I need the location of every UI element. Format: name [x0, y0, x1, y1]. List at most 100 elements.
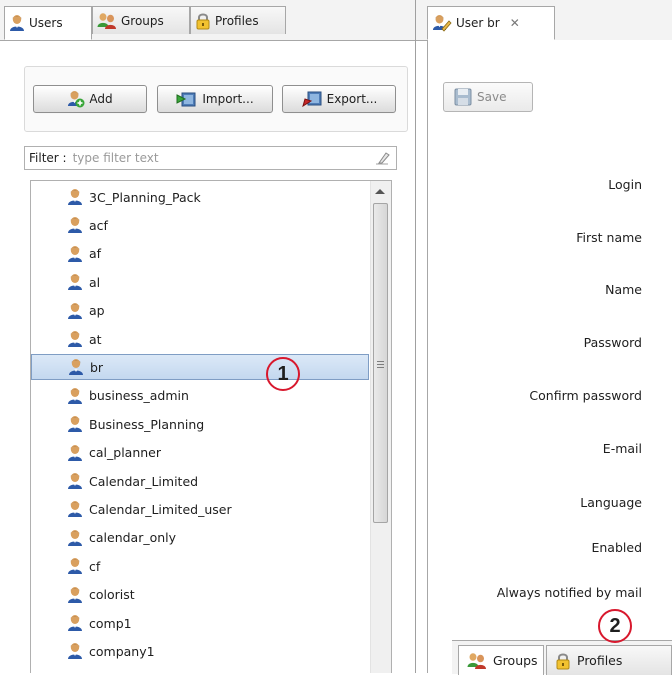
user-list-item[interactable]: business_admin: [31, 383, 369, 409]
user-list-item-label: Calendar_Limited: [89, 473, 199, 489]
user-list-item-label: colorist: [89, 587, 135, 603]
field-label: Enabled: [591, 540, 642, 555]
save-button[interactable]: Save: [443, 82, 533, 112]
tab-profiles-label: Profiles: [215, 13, 259, 28]
add-user-icon: [68, 91, 85, 108]
users-panel: Users Groups Profiles Add Import... Expo…: [0, 0, 416, 673]
scroll-up-arrow[interactable]: [375, 189, 385, 194]
group-icon: [467, 652, 487, 670]
user-list-item-label: ap: [89, 303, 105, 319]
lock-icon: [195, 12, 211, 30]
import-button[interactable]: Import...: [157, 85, 273, 113]
scroll-thumb[interactable]: [373, 203, 388, 523]
user-icon: [67, 614, 83, 632]
user-icon: [67, 529, 83, 547]
user-list-item-label: calendar_only: [89, 530, 177, 546]
subtab-groups[interactable]: Groups: [458, 645, 544, 675]
tab-groups[interactable]: Groups: [92, 6, 190, 34]
user-icon: [67, 500, 83, 518]
user-list-item[interactable]: br: [31, 354, 369, 381]
user-list-item[interactable]: colorist: [31, 582, 369, 608]
user-list-item-label: 3C_Planning_Pack: [89, 189, 201, 205]
left-tab-bar: Users Groups Profiles: [0, 0, 415, 41]
user-list-item[interactable]: al: [31, 269, 369, 295]
user-list-item-label: Calendar_Limited_user: [89, 501, 232, 517]
field-label: Always notified by mail: [496, 585, 642, 600]
user-list-item-label: company1: [89, 643, 155, 659]
user-icon: [67, 557, 83, 575]
user-list[interactable]: 3C_Planning_Packacf af al ap at br business_ad…: [30, 180, 392, 673]
user-list-item-label: acf: [89, 217, 108, 233]
user-list-item[interactable]: af: [31, 241, 369, 267]
user-list-item[interactable]: comp1: [31, 610, 369, 636]
user-icon: [67, 216, 83, 234]
import-label: Import...: [202, 92, 254, 106]
user-list-item[interactable]: at: [31, 326, 369, 352]
user-list-item-label: at: [89, 331, 102, 347]
lock-icon: [555, 652, 571, 670]
user-icon: [68, 358, 84, 376]
export-label: Export...: [326, 92, 378, 106]
user-list-item[interactable]: calendar_only: [31, 525, 369, 551]
thumb-grip: [377, 367, 384, 368]
user-list-item[interactable]: Calendar_Limited: [31, 468, 369, 494]
tab-user-editor[interactable]: User br ✕: [427, 6, 555, 40]
user-list-item-label: cf: [89, 558, 101, 574]
user-icon: [67, 302, 83, 320]
add-user-label: Add: [89, 92, 113, 106]
user-icon: [67, 586, 83, 604]
user-icon: [67, 415, 83, 433]
floppy-disk-icon: [454, 88, 472, 106]
tab-users-label: Users: [29, 16, 63, 30]
import-icon: [176, 92, 196, 107]
user-list-item[interactable]: ap: [31, 298, 369, 324]
user-list-item[interactable]: Business_Planning: [31, 411, 369, 437]
group-icon: [97, 12, 117, 30]
user-list-item[interactable]: acf: [31, 212, 369, 238]
filter-input[interactable]: [72, 151, 396, 165]
user-list-item-label: af: [89, 246, 102, 262]
user-list-item[interactable]: 3C_Planning_Pack: [31, 184, 369, 210]
close-icon[interactable]: ✕: [510, 16, 520, 30]
field-label: Name: [605, 282, 642, 297]
editor-body: Save Login First name Name Password Confirm …: [427, 40, 672, 673]
editor-sub-tab-bar: Groups Profiles: [452, 640, 672, 675]
user-list-item[interactable]: Calendar_Limited_user: [31, 496, 369, 522]
user-icon: [67, 472, 83, 490]
eraser-icon[interactable]: [374, 151, 390, 165]
field-label: First name: [576, 230, 642, 245]
user-list-item[interactable]: cf: [31, 553, 369, 579]
user-list-item-label: business_admin: [89, 388, 189, 404]
thumb-grip: [377, 361, 384, 362]
callout-marker-2: 2: [598, 609, 632, 643]
filter-label: Filter :: [29, 151, 67, 165]
user-list-item-label: Business_Planning: [89, 416, 205, 432]
user-icon: [67, 444, 83, 462]
add-user-button[interactable]: Add: [33, 85, 147, 113]
filter-bar: Filter :: [24, 146, 397, 170]
list-scrollbar[interactable]: [370, 181, 391, 673]
editor-tab-label: User br: [456, 16, 500, 30]
tab-groups-label: Groups: [121, 13, 164, 28]
user-list-item[interactable]: cal_planner: [31, 440, 369, 466]
subtab-profiles[interactable]: Profiles: [546, 645, 672, 675]
callout-marker-1: 1: [266, 357, 300, 391]
subtab-profiles-label: Profiles: [577, 653, 623, 668]
user-icon: [67, 642, 83, 660]
export-button[interactable]: Export...: [282, 85, 396, 113]
user-list-item-label: cal_planner: [89, 445, 161, 461]
user-icon: [67, 188, 83, 206]
tab-users[interactable]: Users: [4, 6, 92, 40]
editor-tab-bar: User br ✕: [416, 0, 672, 41]
field-label: Password: [583, 335, 642, 350]
field-label: E-mail: [602, 441, 642, 456]
user-icon: [67, 387, 83, 405]
field-label: Language: [580, 495, 642, 510]
tab-profiles[interactable]: Profiles: [190, 6, 286, 34]
save-label: Save: [477, 90, 507, 104]
user-list-item-label: br: [90, 359, 104, 375]
user-list-item[interactable]: company1: [31, 638, 369, 664]
user-icon: [9, 14, 25, 32]
user-edit-icon: [432, 15, 452, 32]
thumb-grip: [377, 364, 384, 365]
